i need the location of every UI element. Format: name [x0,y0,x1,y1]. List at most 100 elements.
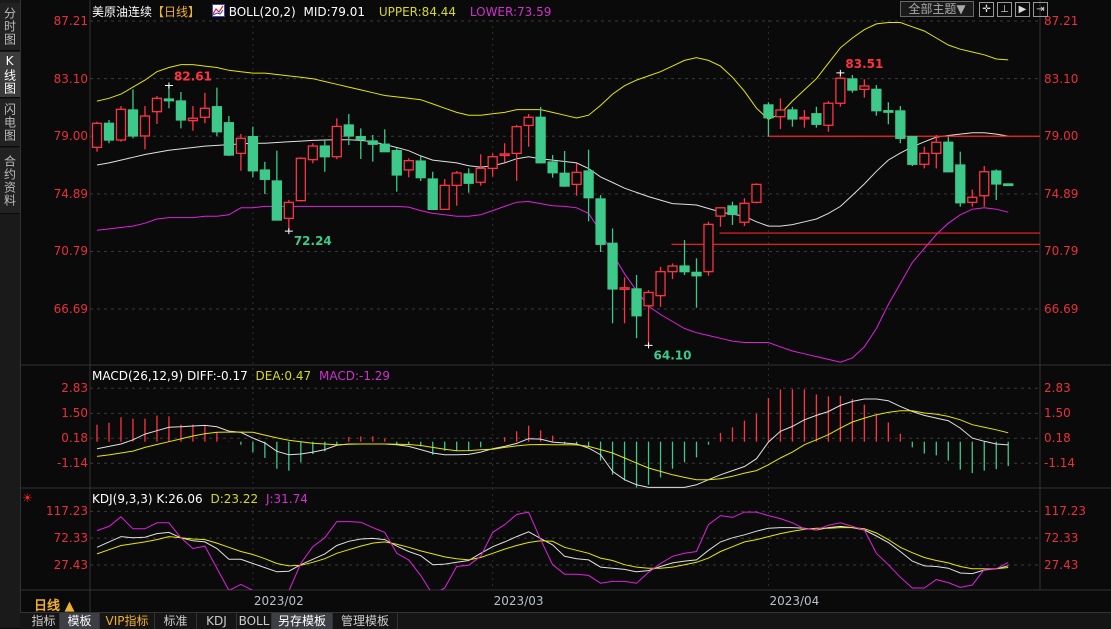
date-label: 2023/03 [493,594,544,608]
settings-sun-icon[interactable]: ☀ [22,491,33,505]
candle-down [223,122,235,156]
candle-down [955,164,966,204]
candle-up [295,157,306,202]
candle-up [139,115,151,137]
tab-boll[interactable]: BOLL [237,613,272,629]
candle-down [247,135,259,172]
candle-up [307,145,318,161]
candle-down [679,265,690,273]
macd-tick-left: -1.14 [56,456,88,471]
period-bracket-left: 【 [152,5,165,19]
kdj-panel [96,511,1009,590]
candle-down [763,104,774,119]
macd-tick-left: 2.83 [61,381,88,396]
candle-up [739,202,750,223]
chart-frame [20,0,1111,612]
candle-up [799,116,810,120]
candle-down [631,288,642,317]
extreme-marker [644,342,653,349]
tab-templates[interactable]: 模板 [60,613,100,629]
price-tick-left: 66.69 [53,301,88,316]
low-price-label: 72.24 [294,234,332,248]
price-tick-right: 74.89 [1044,186,1079,201]
tab-vip-indicators[interactable]: VIP指标 [100,613,155,629]
macd-header: MACD(26,12,9) DIFF:-0.17 DEA:0.47 MACD:-… [92,369,390,383]
candle-down [535,116,546,164]
kdj-tick-right: 72.33 [1044,531,1079,546]
candle-down [379,143,390,153]
boll-chart-icon[interactable] [211,4,225,17]
boll-lower-line [96,200,1009,363]
price-tick-right: 79.00 [1044,129,1079,144]
candle-up [715,207,726,217]
kdj-j-line [96,511,1009,590]
zoom-range-icon[interactable]: ⊥ [997,2,1012,17]
candle-down [691,271,702,277]
boll-name: BOLL(20,2) [228,5,296,19]
candle-up [283,201,294,219]
tab-save-template-as[interactable]: 另存模板 [272,613,333,629]
kdj-k-line [96,525,1009,575]
macd-tick-right: 0.18 [1044,431,1071,446]
candle-down [127,109,139,137]
kdj-d: D:23.22 [210,492,259,506]
date-label: 2023/02 [253,594,304,608]
extreme-marker [836,69,845,76]
price-tick-left: 79.00 [53,129,88,144]
candle-down [559,172,570,187]
price-tick-right: 87.21 [1044,14,1079,28]
candle-up [619,287,630,290]
candle-down [1003,183,1014,187]
price-tick-right: 66.69 [1044,301,1079,316]
kdj-j: J:31.74 [265,492,308,506]
candle-down [847,78,858,91]
candle-down [175,100,187,121]
tab-kdj[interactable]: KDJ [197,613,237,629]
tab-manage-templates[interactable]: 管理模板 [333,613,398,629]
play-forward-icon[interactable]: ▶ [1015,2,1030,17]
candle-up [235,137,247,155]
kdj-k: K:26.06 [156,492,203,506]
candle-up [151,97,163,113]
bottom-tab-bar: 指标 模板 VIP指标 标准 KDJ BOLL 另存模板 管理模板 [20,612,1111,629]
boll-lower: LOWER:73.59 [469,5,552,19]
boll-mid: MID:79.01 [303,5,365,19]
candle-down [607,242,618,290]
tab-standard[interactable]: 标准 [155,613,197,629]
instrument-name: 美原油连续 [92,5,153,19]
candle-up [487,156,498,170]
theme-select[interactable]: 全部主题▼ [900,1,974,17]
candle-up [667,265,678,273]
candle-down [103,122,115,141]
tab-indicators[interactable]: 指标 [28,613,60,629]
high-price-label: 83.51 [845,57,883,71]
candle-up [859,85,870,91]
macd-tick-right: 1.50 [1044,406,1071,421]
candle-up [775,109,786,118]
high-price-label: 82.61 [174,70,212,84]
candle-down [787,109,798,120]
kdj-tick-right: 117.23 [1044,504,1086,519]
candle-up [967,196,978,203]
crosshair-icon[interactable]: ✛ [979,2,994,17]
candle-up [571,171,582,186]
candle-up [979,171,990,197]
chart-header: 美原油连续【日线】 BOLL(20,2) MID:79.01 UPPER:84.… [92,3,551,20]
candle-down [547,161,558,174]
candle-down [427,178,438,210]
candle-up [703,223,714,273]
candle-down [943,141,954,173]
candle-up [655,271,666,297]
macd-value: MACD:-1.29 [318,369,391,383]
macd-tick-right: 2.83 [1044,381,1071,396]
move-right-icon[interactable]: ⇥ [1033,2,1048,17]
extreme-marker [284,228,293,235]
candle-up [835,77,846,104]
price-tick-left: 83.10 [53,71,88,86]
candle-up [403,159,414,171]
candle-down [727,205,738,216]
candle-down [163,98,175,102]
chart-canvas[interactable]: 82.61 72.24 64.10 83.51 [0,0,1111,628]
macd-name: MACD(26,12,9) [92,369,184,383]
price-tick-left: 87.21 [53,14,88,28]
